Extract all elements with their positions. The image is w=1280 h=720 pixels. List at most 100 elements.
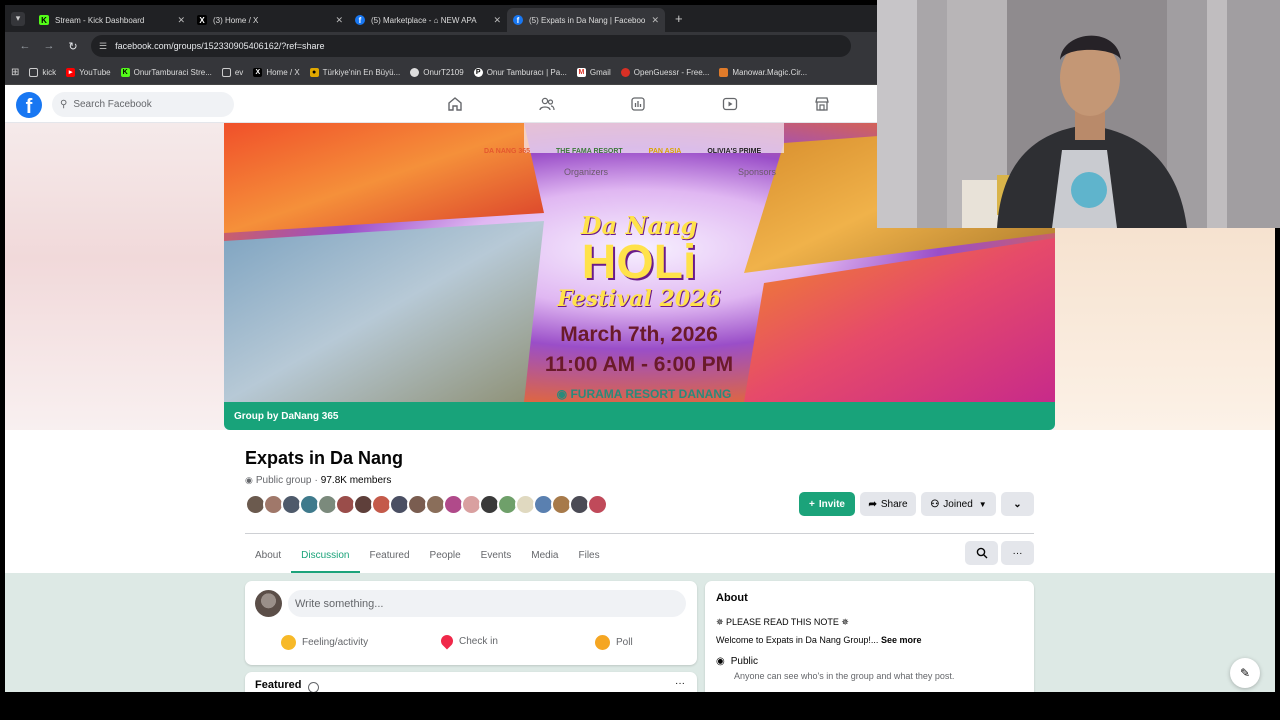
joined-button[interactable]: ⚇ Joined ▼ [921, 492, 996, 516]
festival-venue: ◉ FURAMA RESORT DANANG [556, 387, 732, 401]
ellipsis-icon: ··· [1012, 547, 1023, 559]
tab-kick-dashboard[interactable]: K Stream - Kick Dashboard ✕ [33, 8, 191, 32]
share-button[interactable]: ➦ Share [860, 492, 916, 516]
poll-button[interactable]: Poll [595, 635, 633, 650]
member-avatars[interactable] [245, 494, 608, 516]
bookmark-ev[interactable]: ev [221, 67, 243, 77]
share-arrow-icon: ➦ [868, 498, 877, 510]
group-name[interactable]: Expats in Da Nang [245, 448, 403, 469]
site-icon [620, 67, 630, 77]
tab-marketplace[interactable]: f (5) Marketplace - ⌂ NEW APA ✕ [349, 8, 507, 32]
member-avatar[interactable] [587, 494, 608, 515]
facebook-favicon-icon: f [355, 15, 365, 25]
facebook-top-bar: f ⚲ Search Facebook [5, 85, 877, 123]
check-in-button[interactable]: Check in [438, 632, 498, 650]
friends-icon[interactable] [538, 95, 556, 113]
sponsor-logo: THE FAMA RESORT [556, 147, 623, 155]
bookmark-onur-tamburaci-page[interactable]: P Onur Tamburacı | Pa... [473, 67, 567, 77]
url-field[interactable]: ☰ facebook.com/groups/152330905406162/?r… [91, 35, 851, 57]
group-meta: ◉ Public group · 97.8K members [245, 475, 392, 486]
write-something-input[interactable]: Write something... [288, 590, 686, 617]
new-tab-button[interactable]: + [675, 11, 683, 26]
member-count[interactable]: 97.8K members [321, 475, 392, 486]
people-icon: ⚇ [930, 498, 940, 510]
group-more-button[interactable]: ··· [1001, 541, 1034, 565]
tab-discussion[interactable]: Discussion [291, 537, 360, 573]
group-tabs: About Discussion Featured People Events … [245, 537, 610, 573]
tab-people[interactable]: People [420, 537, 471, 573]
plus-icon: + [809, 498, 815, 510]
close-icon[interactable]: ✕ [335, 15, 343, 26]
festival-title: Da Nang HOLi Festival 2026 [557, 211, 721, 312]
group-search-button[interactable] [965, 541, 998, 565]
close-icon[interactable]: ✕ [651, 15, 659, 26]
close-icon[interactable]: ✕ [177, 15, 185, 26]
tab-expats-da-nang[interactable]: f (5) Expats in Da Nang | Faceboo ✕ [507, 8, 665, 32]
avatar[interactable] [255, 590, 282, 617]
tab-label: (3) Home / X [213, 15, 259, 25]
tab-about[interactable]: About [245, 537, 291, 573]
facebook-favicon-icon: f [513, 15, 523, 25]
bookmark-x-home[interactable]: X Home / X [253, 67, 300, 77]
tab-search-dropdown-icon[interactable]: ▾ [11, 11, 25, 26]
apps-grid-icon[interactable]: ⊞ [11, 67, 19, 78]
group-header-background [5, 430, 1275, 573]
site-settings-icon[interactable]: ☰ [99, 41, 107, 52]
kick-icon: K [120, 67, 130, 77]
group-owner-caption[interactable]: Group by DaNang 365 [224, 402, 1055, 430]
bookmark-youtube[interactable]: ▸ YouTube [66, 67, 111, 77]
url-text: facebook.com/groups/152330905406162/?ref… [115, 41, 325, 51]
see-more-link[interactable]: See more [881, 635, 922, 645]
video-icon[interactable] [721, 95, 739, 113]
about-heading: About [716, 592, 748, 604]
tab-files[interactable]: Files [569, 537, 610, 573]
public-description: Anyone can see who's in the group and wh… [734, 671, 955, 681]
webcam-overlay [877, 0, 1280, 228]
bookmark-onurt2109[interactable]: OnurT2109 [410, 67, 464, 77]
marketplace-icon[interactable] [813, 95, 831, 113]
compose-icon: ✎ [1239, 666, 1251, 680]
tab-media[interactable]: Media [521, 537, 568, 573]
tab-label: (5) Expats in Da Nang | Faceboo [529, 15, 646, 25]
group-privacy[interactable]: Public group [256, 475, 312, 486]
public-info: ◉ Public [716, 656, 758, 667]
address-bar-row: ← → ↻ ☰ facebook.com/groups/152330905406… [5, 32, 877, 60]
invite-button[interactable]: + Invite [799, 492, 855, 516]
globe-icon: ◉ [716, 656, 725, 667]
info-icon[interactable] [308, 682, 319, 692]
home-icon[interactable] [446, 95, 464, 113]
smiley-icon [281, 635, 296, 650]
search-facebook-input[interactable]: ⚲ Search Facebook [52, 92, 234, 117]
bookmark-turkiye[interactable]: ● Türkiye'nin En Büyü... [309, 67, 400, 77]
bookmark-onurtamburaci-stream[interactable]: K OnurTamburaci Stre... [120, 67, 212, 77]
chevron-down-icon: ⌄ [1013, 498, 1022, 510]
organizers-label: Organizers [564, 167, 609, 177]
close-icon[interactable]: ✕ [493, 15, 501, 26]
more-options-button[interactable]: ⌄ [1001, 492, 1034, 516]
bookmark-openguessr[interactable]: OpenGuessr - Free... [620, 67, 709, 77]
groups-feed-icon[interactable] [629, 95, 647, 113]
tab-events[interactable]: Events [471, 537, 522, 573]
location-pin-icon [438, 632, 456, 650]
x-favicon-icon: X [197, 15, 207, 25]
feeling-activity-button[interactable]: Feeling/activity [281, 635, 368, 650]
tab-featured[interactable]: Featured [360, 537, 420, 573]
new-message-button[interactable]: ✎ [1230, 658, 1260, 688]
tab-x-home[interactable]: X (3) Home / X ✕ [191, 8, 349, 32]
festival-date: March 7th, 2026 [560, 323, 718, 346]
bookmark-gmail[interactable]: M Gmail [576, 67, 611, 77]
bookmark-manowar[interactable]: Manowar.Magic.Cir... [719, 67, 807, 77]
facebook-logo-icon[interactable]: f [16, 92, 42, 118]
browser-tab-bar: ▾ K Stream - Kick Dashboard ✕ X (3) Home… [5, 5, 877, 32]
forward-arrow-icon[interactable]: → [37, 40, 61, 52]
more-options-icon[interactable]: ··· [675, 678, 685, 689]
poll-icon [595, 635, 610, 650]
reload-icon[interactable]: ↻ [61, 40, 85, 53]
x-icon: X [253, 67, 263, 77]
bookmarks-bar: ⊞ kick ▸ YouTube K OnurTamburaci Stre... e… [5, 60, 877, 85]
about-description: Welcome to Expats in Da Nang Group!... S… [716, 635, 922, 645]
caret-down-icon: ▼ [978, 499, 987, 509]
back-arrow-icon[interactable]: ← [13, 40, 37, 52]
search-icon: ⚲ [60, 99, 68, 110]
bookmark-kick[interactable]: kick [29, 67, 56, 77]
